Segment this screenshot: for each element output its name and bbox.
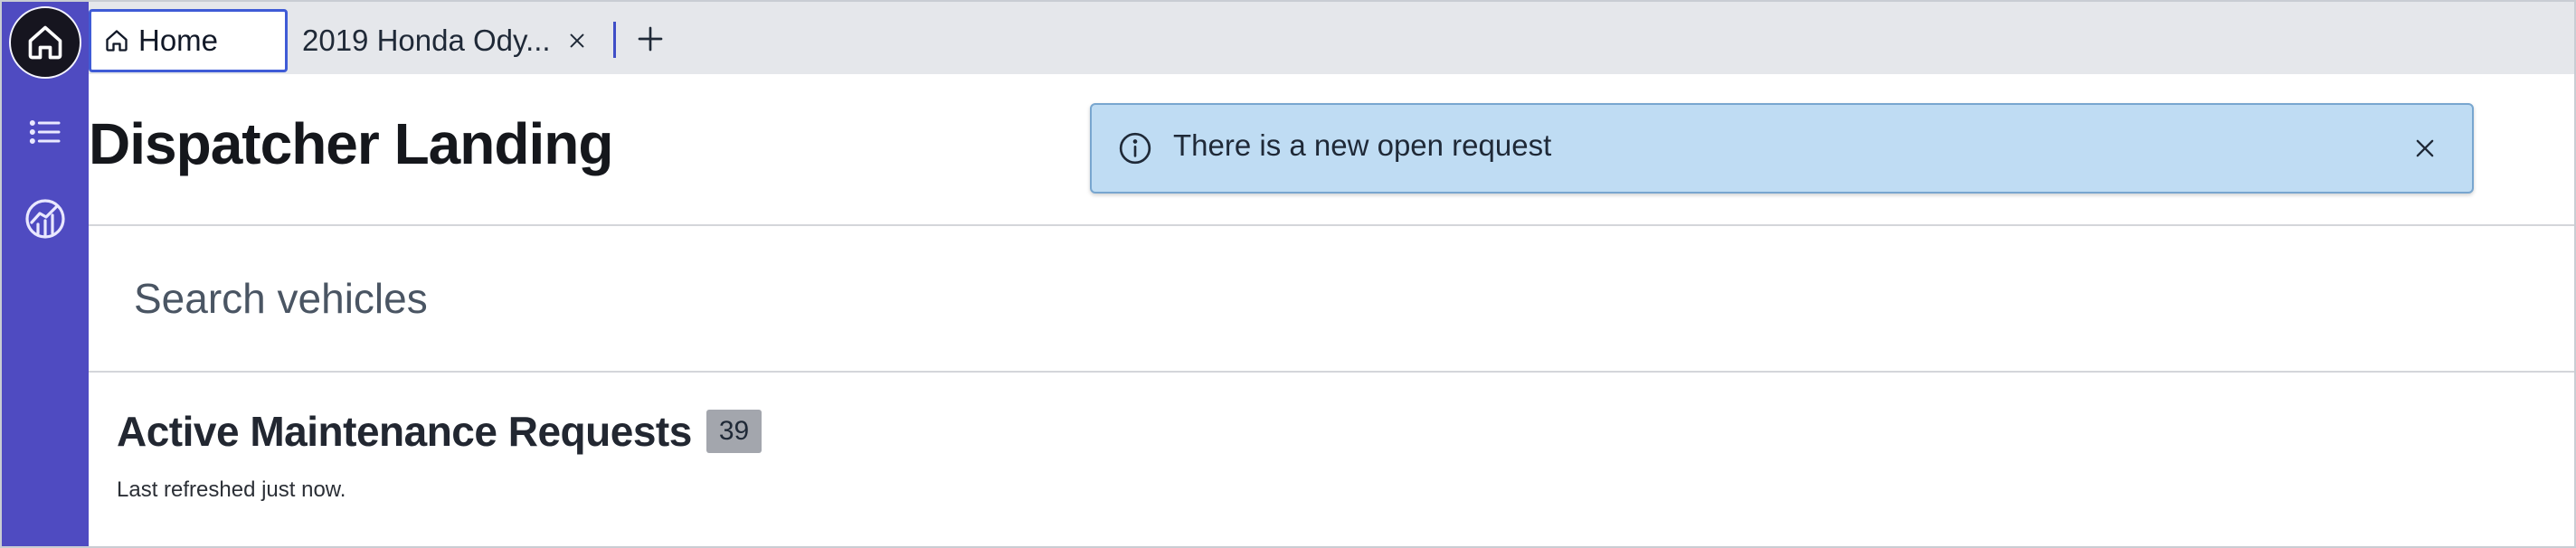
add-tab-button[interactable]: [635, 24, 666, 54]
close-icon: [570, 33, 584, 48]
left-rail: [2, 2, 89, 546]
tab-bar: Home 2019 Honda Ody...: [89, 2, 2574, 74]
tab-divider: [613, 22, 616, 58]
header-divider: [89, 224, 2574, 226]
home-icon: [106, 30, 128, 52]
toast-message: There is a new open request: [1173, 128, 1552, 162]
info-icon: [1119, 132, 1151, 165]
requests-title: Active Maintenance Requests: [117, 408, 692, 455]
plus-icon: [638, 26, 663, 52]
rail-list-button[interactable]: [24, 110, 67, 154]
search-vehicles-input[interactable]: [90, 228, 2569, 369]
requests-count-badge: 39: [706, 410, 762, 453]
analytics-icon: [25, 199, 65, 239]
last-refreshed-text: Last refreshed just now.: [117, 477, 346, 502]
tab-close-button[interactable]: [565, 29, 589, 52]
tab-home[interactable]: Home: [89, 9, 288, 72]
rail-analytics-button[interactable]: [24, 197, 67, 241]
list-icon: [29, 119, 61, 145]
toast-close-button[interactable]: [2409, 132, 2441, 165]
tab-vehicle-label: 2019 Honda Ody...: [302, 24, 551, 57]
tab-vehicle[interactable]: 2019 Honda Ody...: [302, 9, 589, 72]
requests-heading: Active Maintenance Requests 39: [117, 407, 762, 456]
search-divider: [89, 371, 2574, 373]
tab-home-label: Home: [138, 24, 219, 57]
close-icon: [2416, 139, 2434, 157]
page-title: Dispatcher Landing: [89, 111, 613, 176]
app-window: Home 2019 Honda Ody... Dispatcher Landin…: [0, 0, 2576, 548]
rail-home-button[interactable]: [9, 6, 81, 79]
home-icon: [28, 25, 62, 60]
notification-toast: There is a new open request: [1090, 103, 2474, 194]
